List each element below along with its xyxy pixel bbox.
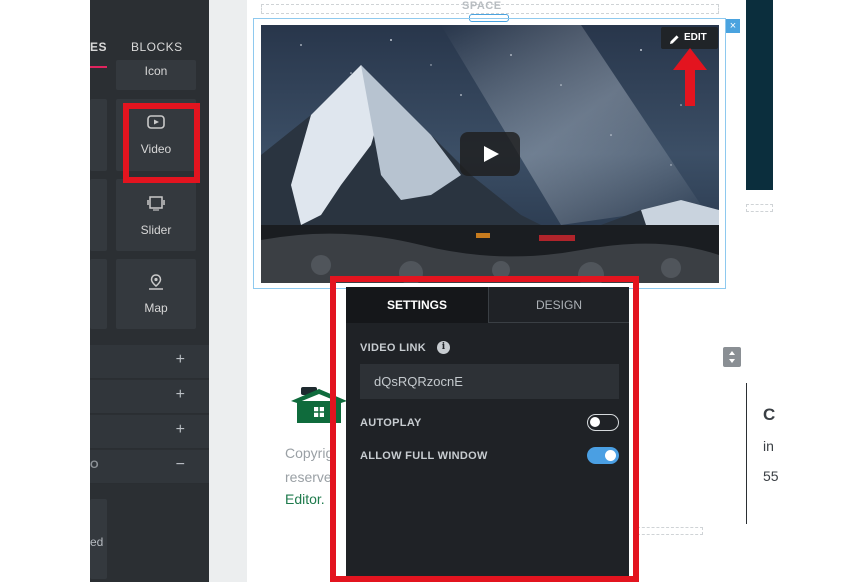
tile-slider[interactable]: Slider <box>116 179 196 251</box>
tile-partial-bottom-label: ed <box>90 535 104 549</box>
editor-screen: ES BLOCKS Icon Video Slider Map + + + O … <box>0 0 862 582</box>
play-icon <box>484 146 499 162</box>
accordion-row-1[interactable]: + <box>90 345 209 379</box>
accordion-row-4[interactable]: O − <box>90 450 209 484</box>
column-divider <box>746 383 747 524</box>
accordion-row-4-label: O <box>90 459 99 471</box>
elements-sidebar: ES BLOCKS Icon Video Slider Map + + + O … <box>90 0 209 582</box>
play-button[interactable] <box>460 132 520 176</box>
adjacent-spacer <box>746 204 773 212</box>
accordion-row-3[interactable]: + <box>90 415 209 449</box>
map-pin-icon <box>147 273 165 296</box>
tab-blocks[interactable]: BLOCKS <box>131 40 183 54</box>
tile-slider-label: Slider <box>140 223 172 237</box>
right-heading: C <box>763 405 776 424</box>
video-player[interactable] <box>261 25 719 283</box>
slider-icon <box>146 195 166 216</box>
close-icon[interactable]: × <box>726 19 740 33</box>
tile-map-label: Map <box>144 301 168 315</box>
edit-label: EDIT <box>684 32 707 43</box>
active-tab-underline <box>90 66 107 68</box>
tile-partial-left-3[interactable] <box>90 259 107 329</box>
tile-partial-bottom[interactable]: ed <box>90 499 107 579</box>
canvas-gutter <box>209 0 247 582</box>
bottom-spacer <box>637 527 703 535</box>
plus-icon: + <box>175 386 185 403</box>
plus-icon: + <box>175 351 185 368</box>
video-tile-highlight <box>123 103 200 183</box>
right-text-line1: in <box>763 438 774 454</box>
minus-icon: − <box>175 456 185 473</box>
sort-icon <box>729 351 735 363</box>
tile-icon-label: Icon <box>144 64 168 78</box>
reorder-handle[interactable] <box>723 347 741 367</box>
plus-icon: + <box>175 421 185 438</box>
accordion-row-2[interactable]: + <box>90 380 209 414</box>
tile-partial-left-2[interactable] <box>90 179 107 251</box>
copyright-text-line2: reserve <box>285 469 332 485</box>
adjacent-image-block <box>746 0 773 190</box>
red-arrow-icon <box>673 48 707 106</box>
tile-map[interactable]: Map <box>116 259 196 329</box>
right-text-line2: 55 <box>763 468 779 484</box>
editor-link[interactable]: Editor. <box>285 491 325 507</box>
tile-icon[interactable]: Icon <box>116 60 196 90</box>
space-label: SPACE <box>462 0 502 12</box>
sidebar-tabs: ES BLOCKS <box>90 0 209 68</box>
tab-elements[interactable]: ES <box>90 40 107 54</box>
copyright-text-line1: Copyrig <box>285 445 334 461</box>
settings-panel-highlight <box>330 276 639 582</box>
tile-partial-left-1[interactable] <box>90 99 107 171</box>
